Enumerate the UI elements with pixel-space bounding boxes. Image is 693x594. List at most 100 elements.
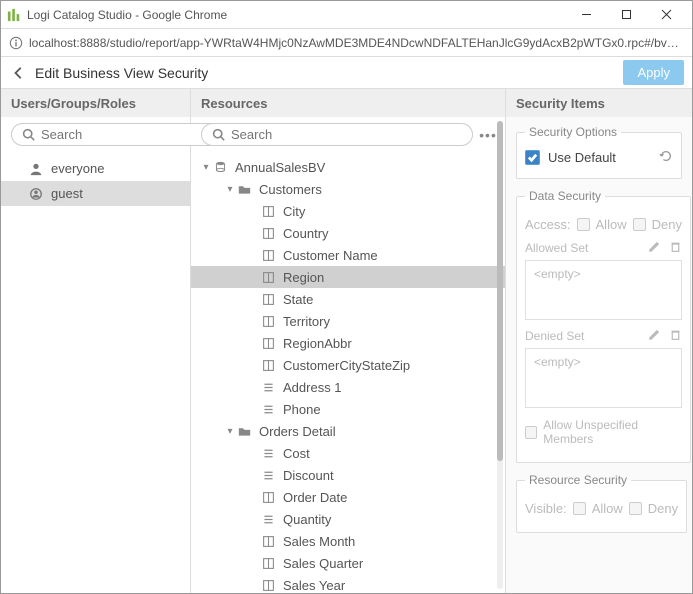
- tree-item-label: Country: [283, 226, 329, 241]
- allowed-edit-button: [648, 240, 661, 256]
- folder-icon: [237, 424, 251, 438]
- denied-delete-button: [669, 328, 682, 344]
- tree-item-label: Orders Detail: [259, 424, 336, 439]
- tree-item-label: Sales Month: [283, 534, 355, 549]
- maximize-button[interactable]: [606, 1, 646, 28]
- denied-edit-button: [648, 328, 661, 344]
- tree-item[interactable]: RegionAbbr: [191, 332, 505, 354]
- tree-item-label: RegionAbbr: [283, 336, 352, 351]
- user-item-label: guest: [51, 186, 83, 201]
- use-default-checkbox[interactable]: [525, 150, 540, 165]
- resources-search-input[interactable]: [231, 127, 462, 142]
- tree-item[interactable]: Sales Year: [191, 574, 505, 593]
- use-default-label: Use Default: [548, 150, 651, 165]
- list-icon: [261, 402, 275, 416]
- allowed-set-label: Allowed Set: [525, 241, 640, 255]
- column-icon: [261, 270, 275, 284]
- resource-security-legend: Resource Security: [525, 473, 631, 487]
- search-icon: [22, 128, 35, 141]
- page-title: Edit Business View Security: [35, 65, 623, 81]
- access-allow-checkbox: [577, 218, 590, 231]
- data-security-group: Data Security Access: Allow Deny Allowed…: [516, 189, 691, 463]
- allow-unspecified-label: Allow Unspecified Members: [543, 418, 682, 446]
- tree-item[interactable]: Cost: [191, 442, 505, 464]
- tree-item-label: Order Date: [283, 490, 347, 505]
- tree-item[interactable]: Country: [191, 222, 505, 244]
- access-deny-label: Deny: [652, 217, 682, 232]
- tree-item[interactable]: City: [191, 200, 505, 222]
- tree-item[interactable]: Discount: [191, 464, 505, 486]
- list-icon: [261, 468, 275, 482]
- allowed-set-box: <empty>: [525, 260, 682, 320]
- tree-item-label: Region: [283, 270, 324, 285]
- caret-icon[interactable]: ▾: [199, 162, 213, 173]
- user-item-label: everyone: [51, 161, 104, 176]
- data-security-legend: Data Security: [525, 189, 605, 203]
- tree-item[interactable]: Address 1: [191, 376, 505, 398]
- close-button[interactable]: [646, 1, 686, 28]
- tree-item-label: Sales Year: [283, 578, 345, 593]
- tree-item-label: Discount: [283, 468, 334, 483]
- tree-item[interactable]: ▾ Orders Detail: [191, 420, 505, 442]
- tree-item[interactable]: Quantity: [191, 508, 505, 530]
- tree-item[interactable]: Sales Quarter: [191, 552, 505, 574]
- tree-item[interactable]: CustomerCityStateZip: [191, 354, 505, 376]
- minimize-button[interactable]: [566, 1, 606, 28]
- tree-item-label: State: [283, 292, 313, 307]
- caret-icon[interactable]: ▾: [223, 426, 237, 437]
- tree-item[interactable]: Order Date: [191, 486, 505, 508]
- list-icon: [261, 380, 275, 394]
- tree-item-label: Customers: [259, 182, 322, 197]
- resource-security-group: Resource Security Visible: Allow Deny: [516, 473, 687, 533]
- tree-item[interactable]: ▾ Customers: [191, 178, 505, 200]
- column-icon: [261, 314, 275, 328]
- refresh-button[interactable]: [659, 149, 673, 166]
- visible-deny-label: Deny: [648, 501, 678, 516]
- titlebar: Logi Catalog Studio - Google Chrome: [1, 1, 692, 29]
- security-items-header: Security Items: [506, 89, 692, 117]
- security-options-group: Security Options Use Default: [516, 125, 682, 179]
- visible-deny-checkbox: [629, 502, 642, 515]
- column-icon: [261, 336, 275, 350]
- tree-item-label: AnnualSalesBV: [235, 160, 325, 175]
- tree-item[interactable]: Customer Name: [191, 244, 505, 266]
- list-icon: [261, 512, 275, 526]
- column-icon: [261, 226, 275, 240]
- tree-item[interactable]: Region: [191, 266, 505, 288]
- scrollbar-thumb[interactable]: [497, 121, 503, 461]
- tree-item-label: CustomerCityStateZip: [283, 358, 410, 373]
- tree-item[interactable]: ▾ AnnualSalesBV: [191, 156, 505, 178]
- access-allow-label: Allow: [596, 217, 627, 232]
- visible-allow-label: Allow: [592, 501, 623, 516]
- column-icon: [261, 490, 275, 504]
- allowed-delete-button: [669, 240, 682, 256]
- user-item-guest[interactable]: guest: [1, 181, 190, 206]
- denied-set-box: <empty>: [525, 348, 682, 408]
- access-deny-checkbox: [633, 218, 646, 231]
- apply-button[interactable]: Apply: [623, 60, 684, 85]
- resources-searchbox[interactable]: [201, 123, 473, 146]
- tree-item[interactable]: Phone: [191, 398, 505, 420]
- denied-set-label: Denied Set: [525, 329, 640, 343]
- tree-item-label: City: [283, 204, 305, 219]
- tree-item[interactable]: Sales Month: [191, 530, 505, 552]
- url-text[interactable]: localhost:8888/studio/report/app-YWRtaW4…: [29, 36, 684, 50]
- tree-item-label: Quantity: [283, 512, 331, 527]
- tree-item-label: Sales Quarter: [283, 556, 363, 571]
- db-icon: [213, 160, 227, 174]
- back-button[interactable]: [9, 63, 29, 83]
- resources-more-button[interactable]: •••: [479, 127, 497, 143]
- access-label: Access:: [525, 217, 571, 232]
- tree-item-label: Address 1: [283, 380, 342, 395]
- visible-label: Visible:: [525, 501, 567, 516]
- user-item-everyone[interactable]: everyone: [1, 156, 190, 181]
- tree-item[interactable]: Territory: [191, 310, 505, 332]
- window-title: Logi Catalog Studio - Google Chrome: [27, 8, 566, 22]
- visible-allow-checkbox: [573, 502, 586, 515]
- tree-item[interactable]: State: [191, 288, 505, 310]
- list-icon: [261, 446, 275, 460]
- column-icon: [261, 578, 275, 592]
- caret-icon[interactable]: ▾: [223, 184, 237, 195]
- folder-icon: [237, 182, 251, 196]
- search-icon: [212, 128, 225, 141]
